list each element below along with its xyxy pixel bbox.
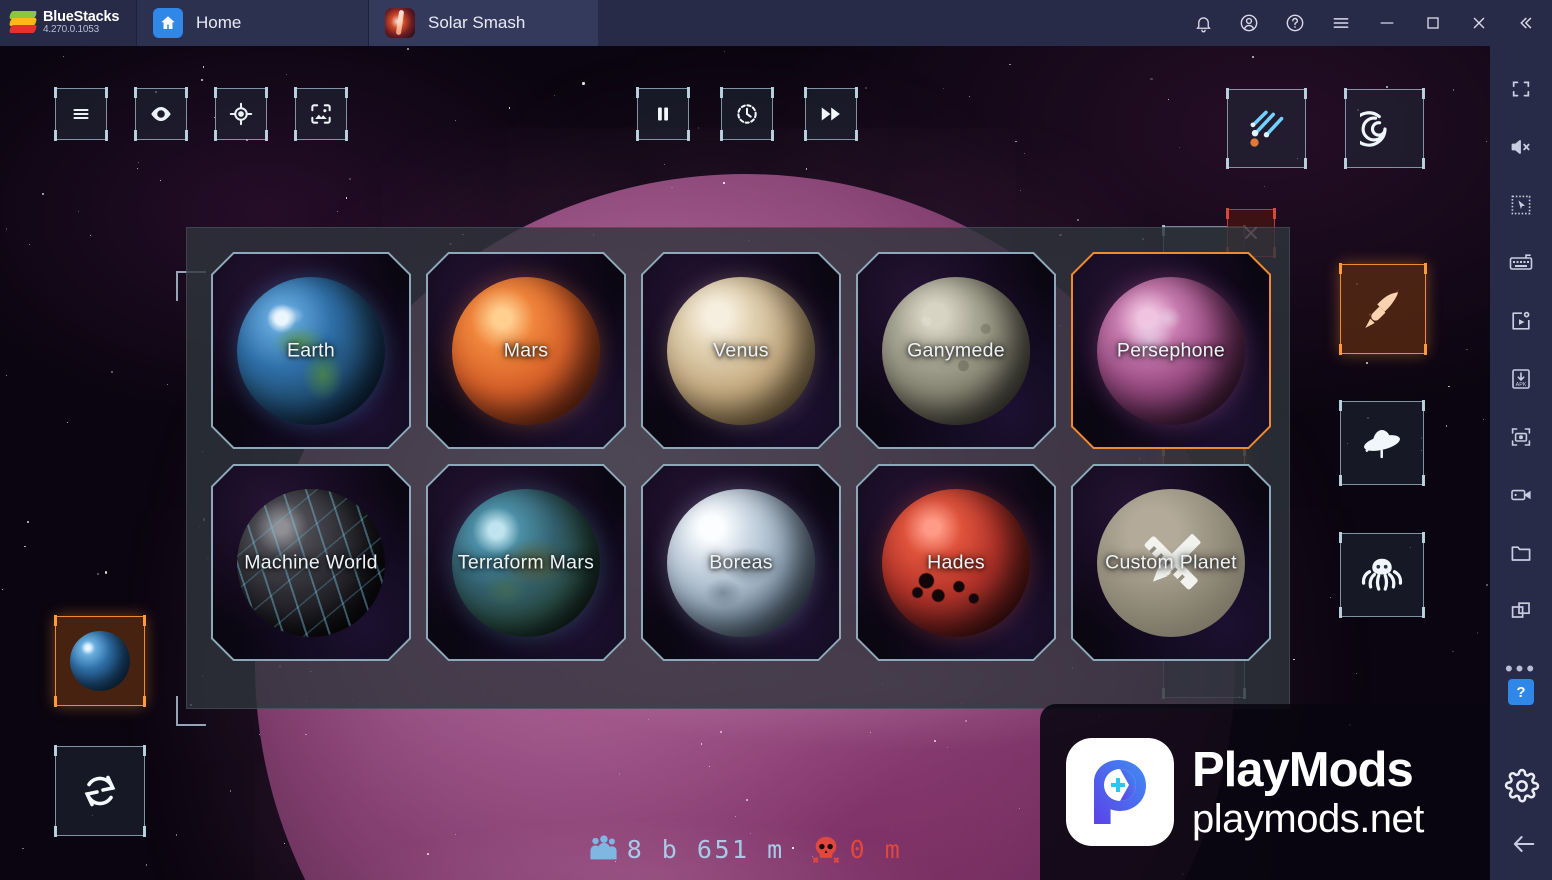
planet-card-inner: Ganymede (858, 254, 1054, 447)
solar-smash-app-icon (385, 8, 415, 38)
planet-card-earth[interactable]: Earth (211, 252, 411, 449)
planet-sphere (452, 277, 600, 425)
planet-selection-panel: Earth Mars Venus Ganymede Persephone Machine … (186, 227, 1290, 709)
playmods-title: PlayMods (1192, 742, 1414, 797)
menu-icon[interactable] (1318, 0, 1364, 46)
meteor-shower-icon[interactable] (1226, 88, 1307, 169)
brand-name: BlueStacks (43, 9, 120, 26)
planet-grid: Earth Mars Venus Ganymede Persephone Machine … (211, 252, 1271, 661)
planet-card-custom-planet[interactable]: Custom Planet (1071, 464, 1271, 661)
target-crosshair-icon[interactable] (214, 87, 268, 141)
titlebar-spacer (598, 0, 1180, 46)
playmods-url: playmods.net (1192, 796, 1424, 841)
planet-sphere (237, 489, 385, 637)
gear-icon[interactable] (1504, 768, 1540, 809)
planet-thumb-sphere (70, 631, 130, 691)
planet-sphere (667, 277, 815, 425)
minimize-icon[interactable] (1364, 0, 1410, 46)
planet-sphere (1097, 489, 1245, 637)
reset-icon[interactable] (54, 745, 146, 837)
ufo-icon[interactable] (1339, 400, 1425, 486)
planet-card-persephone[interactable]: Persephone (1071, 252, 1271, 449)
fullscreen-icon[interactable] (1490, 60, 1552, 118)
bluestacks-brand: BlueStacks 4.270.0.1053 (0, 0, 136, 46)
slow-motion-clock-icon[interactable] (720, 87, 774, 141)
tab-solar-smash-label: Solar Smash (428, 13, 526, 32)
alien-icon[interactable] (1339, 532, 1425, 618)
playmods-watermark: PlayMods playmods.net (1040, 704, 1490, 880)
planet-card-inner: Machine World (213, 466, 409, 659)
screenshot-icon[interactable] (1490, 408, 1552, 466)
svg-text:APK: APK (1516, 382, 1527, 388)
eco-mode-cursor-icon[interactable] (1490, 176, 1552, 234)
media-manager-icon[interactable] (1490, 524, 1552, 582)
close-icon[interactable] (1456, 0, 1502, 46)
planet-card-inner: Persephone (1073, 254, 1269, 447)
planet-card-ganymede[interactable]: Ganymede (856, 252, 1056, 449)
planet-sphere (882, 489, 1030, 637)
account-icon[interactable] (1226, 0, 1272, 46)
planet-card-machine-world[interactable]: Machine World (211, 464, 411, 661)
record-video-icon[interactable] (1490, 466, 1552, 524)
game-viewport[interactable]: Earth Mars Venus Ganymede Persephone Machine … (0, 46, 1490, 880)
macro-recorder-icon[interactable] (1490, 292, 1552, 350)
planet-card-terraform-mars[interactable]: Terraform Mars (426, 464, 626, 661)
collapse-sidebar-icon[interactable] (1502, 0, 1548, 46)
planet-card-mars[interactable]: Mars (426, 252, 626, 449)
planet-sphere (882, 277, 1030, 425)
planet-sphere (452, 489, 600, 637)
bluestacks-logo-icon (8, 10, 38, 36)
titlebar-controls (1180, 0, 1552, 46)
planet-card-inner: Earth (213, 254, 409, 447)
bluestacks-titlebar: BlueStacks 4.270.0.1053 Home Solar Smash (0, 0, 1552, 46)
help-icon[interactable] (1272, 0, 1318, 46)
planet-card-inner: Hades (858, 466, 1054, 659)
mute-icon[interactable] (1490, 118, 1552, 176)
brand-version: 4.270.0.1053 (43, 24, 99, 36)
planet-sphere (1097, 277, 1245, 425)
more-dots: ••• (1504, 656, 1538, 681)
help-badge[interactable]: ? (1508, 679, 1534, 705)
tab-home-label: Home (196, 13, 242, 32)
planet-sphere (667, 489, 815, 637)
planet-card-inner: Mars (428, 254, 624, 447)
planet-card-boreas[interactable]: Boreas (641, 464, 841, 661)
planet-card-hades[interactable]: Hades (856, 464, 1056, 661)
eye-visibility-icon[interactable] (134, 87, 188, 141)
tab-solar-smash[interactable]: Solar Smash (368, 0, 598, 46)
game-menu-icon[interactable] (54, 87, 108, 141)
current-planet-thumb[interactable] (54, 615, 146, 707)
home-icon (153, 8, 183, 38)
playmods-logo-icon (1066, 738, 1174, 846)
planet-card-inner: Terraform Mars (428, 466, 624, 659)
keyboard-controls-icon[interactable] (1490, 234, 1552, 292)
planet-card-inner: Custom Planet (1073, 466, 1269, 659)
install-apk-icon[interactable]: APK (1490, 350, 1552, 408)
photo-mode-icon[interactable] (294, 87, 348, 141)
notifications-icon[interactable] (1180, 0, 1226, 46)
fast-forward-icon[interactable] (804, 87, 858, 141)
planet-sphere (237, 277, 385, 425)
planet-card-inner: Venus (643, 254, 839, 447)
multi-instance-icon[interactable] (1490, 582, 1552, 640)
tab-home[interactable]: Home (136, 0, 368, 46)
back-arrow-icon[interactable] (1510, 830, 1538, 863)
planet-card-venus[interactable]: Venus (641, 252, 841, 449)
missile-icon[interactable] (1339, 263, 1427, 355)
black-hole-icon[interactable] (1344, 88, 1425, 169)
planet-card-inner: Boreas (643, 466, 839, 659)
pause-icon[interactable] (636, 87, 690, 141)
bluestacks-sidebar: APK ••• (1490, 46, 1552, 880)
maximize-icon[interactable] (1410, 0, 1456, 46)
